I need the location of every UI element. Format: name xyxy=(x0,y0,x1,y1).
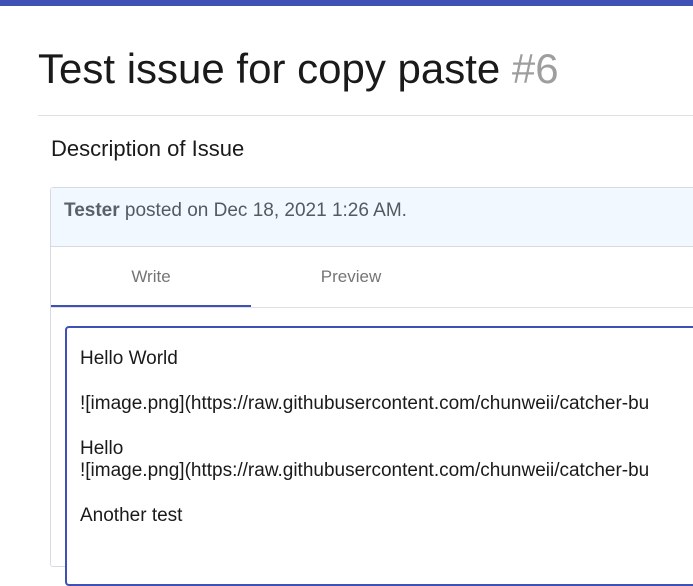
issue-title: Test issue for copy paste xyxy=(38,45,501,92)
section-heading: Description of Issue xyxy=(51,136,245,161)
description-textarea[interactable]: Hello World ![image.png](https://raw.gith… xyxy=(65,326,693,586)
editor-line: Hello xyxy=(80,438,124,459)
issue-number: #6 xyxy=(511,45,559,92)
post-meta: Tester posted on Dec 18, 2021 1:26 AM. xyxy=(64,199,407,223)
editor-tabs: Write Preview xyxy=(51,247,693,308)
comment-card: Tester posted on Dec 18, 2021 1:26 AM. W… xyxy=(50,187,693,586)
title-divider xyxy=(38,115,693,116)
top-app-bar xyxy=(0,0,693,6)
page-title: Test issue for copy paste #6 xyxy=(38,42,559,96)
editor-line: Another test xyxy=(80,505,183,526)
editor-line: ![image.png](https://raw.githubuserconte… xyxy=(80,393,650,414)
author-name: Tester xyxy=(64,200,120,221)
tab-write[interactable]: Write xyxy=(51,247,251,306)
editor-line: Hello World xyxy=(80,348,178,369)
tab-preview[interactable]: Preview xyxy=(251,247,451,306)
post-date: posted on Dec 18, 2021 1:26 AM. xyxy=(119,200,407,221)
comment-header: Tester posted on Dec 18, 2021 1:26 AM. xyxy=(51,188,693,247)
editor-line: ![image.png](https://raw.githubuserconte… xyxy=(80,460,650,481)
active-tab-indicator xyxy=(51,305,251,307)
editor-content: Hello World ![image.png](https://raw.gith… xyxy=(80,348,649,527)
